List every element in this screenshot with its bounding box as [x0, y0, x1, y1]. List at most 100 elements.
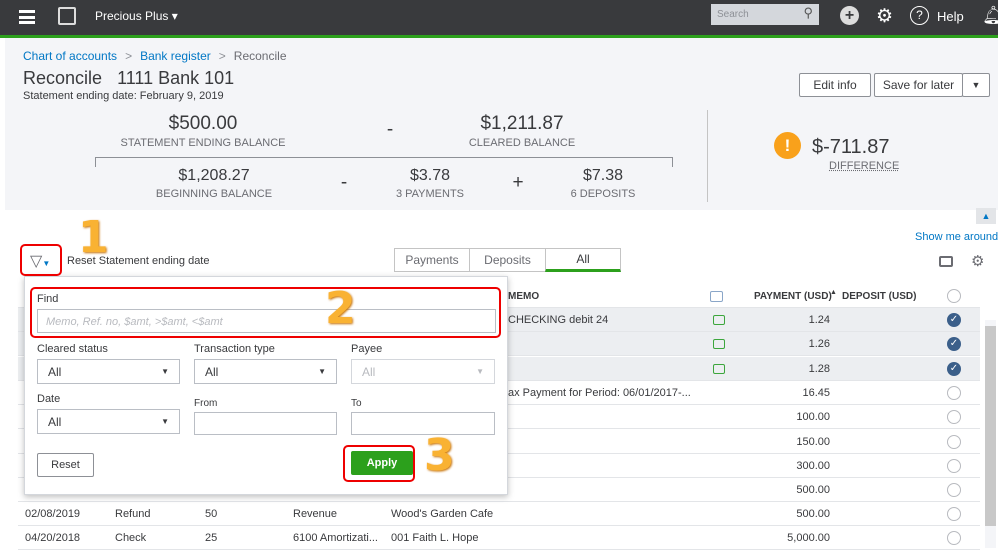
cleared-checkbox-checked[interactable]: ✓ [947, 362, 961, 376]
annotation-number-2: 2 [325, 283, 356, 334]
chevron-down-icon: ▼ [161, 367, 169, 376]
breadcrumb-chart-of-accounts[interactable]: Chart of accounts [23, 49, 117, 63]
date-label: Date [37, 393, 61, 405]
matched-column-icon [710, 291, 723, 302]
payments-total: $3.78 [409, 167, 451, 184]
help-icon[interactable]: ? [910, 6, 929, 25]
save-for-later-button[interactable]: Save for later [874, 73, 963, 97]
cleared-balance-label: CLEARED BALANCE [468, 137, 576, 149]
table-row[interactable]: 04/20/2018 Check 25 6100 Amortizati... 001 F… [18, 526, 980, 550]
chevron-down-icon: ▼ [318, 367, 326, 376]
print-icon[interactable] [939, 256, 953, 267]
from-label: From [194, 398, 218, 409]
save-options-dropdown[interactable]: ▼ [962, 73, 990, 97]
search-input[interactable]: Search ⚲ [711, 4, 819, 25]
chevron-down-icon: ▼ [161, 417, 169, 426]
company-label: Precious Plus [95, 9, 169, 23]
cleared-status-label: Cleared status [37, 343, 108, 355]
breadcrumb-separator: > [125, 49, 133, 63]
minus-sign: - [340, 172, 348, 193]
cleared-status-select[interactable]: All ▼ [37, 359, 180, 384]
row-memo: ax Payment for Period: 06/01/2017-... [508, 387, 691, 399]
plus-icon[interactable]: + [840, 6, 859, 25]
payments-count-label: 3 PAYMENTS [395, 188, 465, 200]
row-payment: 500.00 [796, 508, 830, 520]
search-placeholder: Search [717, 9, 749, 20]
row-account: Revenue [293, 508, 338, 520]
cleared-checkbox[interactable] [947, 386, 961, 400]
matched-icon[interactable] [713, 364, 725, 374]
page-title: Reconcile 1111 Bank 101 [23, 68, 234, 89]
scrollbar[interactable] [985, 320, 996, 548]
transaction-type-select[interactable]: All ▼ [194, 359, 337, 384]
bell-icon[interactable]: 🔔︎ [982, 5, 998, 26]
plus-sign: + [512, 172, 524, 193]
cleared-checkbox-checked[interactable]: ✓ [947, 313, 961, 327]
minus-sign: - [386, 119, 394, 140]
row-payment: 500.00 [796, 484, 830, 496]
annotation-box-filter [20, 244, 62, 276]
account-name: 1111 Bank 101 [117, 68, 235, 88]
hamburger-menu-icon[interactable] [19, 10, 35, 24]
difference-label: DIFFERENCE [829, 160, 900, 172]
matched-icon[interactable] [713, 315, 725, 325]
statement-date: Statement ending date: February 9, 2019 [23, 90, 224, 102]
breadcrumb-reconcile: Reconcile [233, 49, 287, 63]
row-type: Check [115, 532, 147, 544]
show-me-around-link[interactable]: Show me around [915, 231, 998, 243]
row-payment: 1.28 [808, 363, 830, 375]
tab-payments[interactable]: Payments [394, 248, 470, 272]
gear-icon[interactable]: ⚙ [876, 5, 893, 28]
row-payment: 300.00 [796, 460, 830, 472]
cleared-checkbox[interactable] [947, 459, 961, 473]
difference-amount: $-711.87 [812, 136, 890, 158]
top-bar: Precious Plus ▾ Search ⚲ + ⚙ ? Help 🔔︎ [0, 0, 998, 35]
from-date-input[interactable] [194, 412, 337, 435]
to-date-input[interactable] [351, 412, 495, 435]
tab-all[interactable]: All [545, 248, 621, 272]
cleared-checkbox[interactable] [947, 531, 961, 545]
select-all-checkbox[interactable] [947, 289, 961, 303]
payee-select[interactable]: All ▼ [351, 359, 495, 384]
matched-icon[interactable] [713, 339, 725, 349]
edit-info-button[interactable]: Edit info [799, 73, 871, 97]
breadcrumb: Chart of accounts > Bank register > Reco… [23, 49, 287, 63]
statement-ending-balance: $500.00 [168, 113, 238, 134]
date-value: All [48, 414, 62, 429]
annotation-number-3: 3 [424, 430, 455, 481]
annotation-box-apply [343, 445, 415, 482]
transaction-type-label: Transaction type [194, 343, 275, 355]
reset-button[interactable]: Reset [37, 453, 94, 477]
deposits-count-label: 6 DEPOSITS [570, 188, 636, 200]
annotation-number-1: 1 [78, 212, 109, 263]
briefcase-icon[interactable] [58, 7, 76, 25]
chevron-down-icon: ▼ [476, 367, 484, 376]
cleared-checkbox[interactable] [947, 410, 961, 424]
collapse-button[interactable]: ▲ [976, 208, 996, 224]
title-text: Reconcile [23, 68, 103, 88]
cleared-checkbox[interactable] [947, 483, 961, 497]
summary-divider [707, 110, 708, 202]
row-ref: 50 [205, 508, 218, 520]
help-link[interactable]: Help [937, 9, 964, 24]
row-payment: 150.00 [796, 436, 830, 448]
settings-icon[interactable]: ⚙ [971, 252, 984, 270]
cleared-checkbox[interactable] [947, 507, 961, 521]
company-name[interactable]: Precious Plus ▾ [95, 9, 178, 23]
cleared-checkbox[interactable] [947, 435, 961, 449]
warning-icon: ! [774, 132, 801, 159]
row-type: Refund [115, 508, 151, 520]
payee-label: Payee [351, 343, 383, 355]
date-select[interactable]: All ▼ [37, 409, 180, 434]
column-payment[interactable]: PAYMENT (USD) [754, 291, 832, 302]
cleared-balance: $1,211.87 [480, 113, 564, 134]
cleared-status-value: All [48, 364, 62, 379]
bracket-line [95, 157, 673, 167]
breadcrumb-bank-register[interactable]: Bank register [140, 49, 211, 63]
tab-deposits[interactable]: Deposits [469, 248, 546, 272]
cleared-checkbox-checked[interactable]: ✓ [947, 337, 961, 351]
column-memo[interactable]: MEMO [508, 291, 539, 302]
table-row[interactable]: 02/08/2019 Refund 50 Revenue Wood's Garden C… [18, 502, 980, 526]
column-deposit[interactable]: DEPOSIT (USD) [842, 291, 916, 302]
payee-value: All [362, 364, 376, 379]
